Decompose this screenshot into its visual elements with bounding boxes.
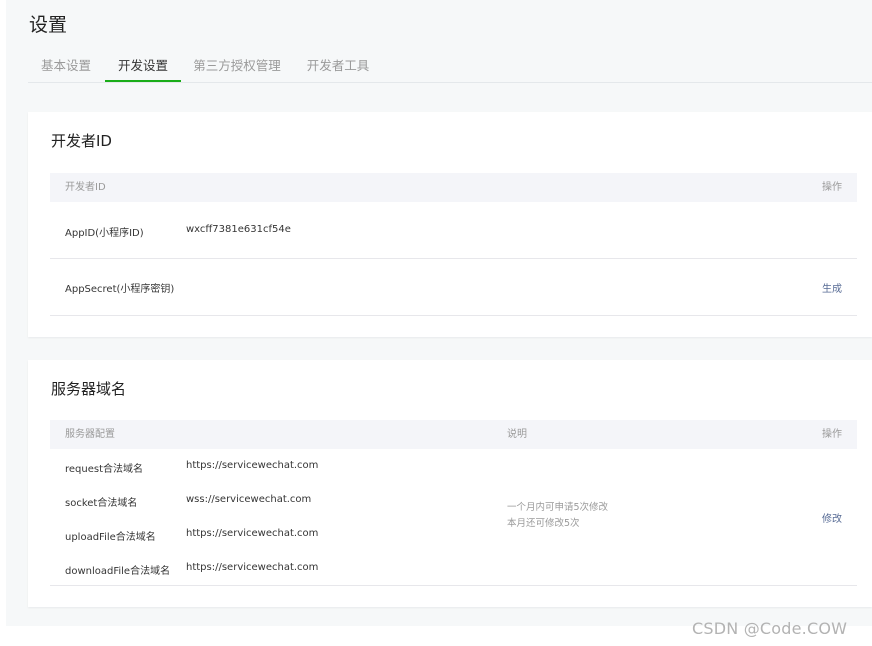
server-domain-title: 服务器域名 bbox=[51, 380, 127, 398]
download-domain-label: downloadFile合法域名 bbox=[65, 566, 171, 577]
upload-domain-value: https://servicewechat.com bbox=[186, 528, 319, 539]
server-domain-table-header: 服务器配置 说明 操作 bbox=[50, 420, 857, 449]
tab-third-party-auth[interactable]: 第三方授权管理 bbox=[188, 52, 286, 82]
tab-dev-settings[interactable]: 开发设置 bbox=[105, 52, 181, 82]
modify-domain-link[interactable]: 修改 bbox=[822, 510, 842, 525]
desc-line-1: 一个月内可申请5次修改 bbox=[507, 502, 609, 513]
header-description: 说明 bbox=[507, 429, 527, 440]
developer-id-table-header: 开发者ID 操作 bbox=[50, 173, 857, 202]
table-row-appsecret: AppSecret(小程序密钥) 生成 bbox=[50, 259, 857, 316]
request-domain-value: https://servicewechat.com bbox=[186, 460, 319, 471]
request-domain-label: request合法域名 bbox=[65, 464, 144, 475]
tab-bar: 基本设置 开发设置 第三方授权管理 开发者工具 bbox=[28, 52, 872, 83]
appid-value: wxcff7381e631cf54e bbox=[186, 224, 291, 235]
socket-domain-label: socket合法域名 bbox=[65, 498, 138, 509]
developer-id-title: 开发者ID bbox=[51, 132, 112, 150]
developer-id-card: 开发者ID 开发者ID 操作 AppID(小程序ID) wxcff7381e63… bbox=[28, 112, 872, 337]
generate-secret-link[interactable]: 生成 bbox=[822, 280, 842, 295]
tab-basic-settings[interactable]: 基本设置 bbox=[28, 52, 104, 82]
upload-domain-label: uploadFile合法域名 bbox=[65, 532, 156, 543]
header-action: 操作 bbox=[822, 429, 842, 440]
socket-domain-value: wss://servicewechat.com bbox=[186, 494, 312, 505]
header-developer-id: 开发者ID bbox=[65, 182, 106, 193]
appid-label: AppID(小程序ID) bbox=[65, 228, 144, 239]
tab-developer-tools[interactable]: 开发者工具 bbox=[296, 52, 380, 82]
header-action: 操作 bbox=[822, 182, 842, 193]
watermark: CSDN @Code.COW bbox=[692, 619, 848, 638]
download-domain-value: https://servicewechat.com bbox=[186, 562, 319, 573]
header-server-config: 服务器配置 bbox=[65, 429, 115, 440]
table-row-appid: AppID(小程序ID) wxcff7381e631cf54e bbox=[50, 202, 857, 259]
server-domain-card: 服务器域名 服务器配置 说明 操作 request合法域名 https://se… bbox=[28, 360, 872, 607]
appsecret-label: AppSecret(小程序密钥) bbox=[65, 284, 175, 295]
desc-line-2: 本月还可修改5次 bbox=[507, 518, 580, 529]
server-domain-rows: request合法域名 https://servicewechat.com so… bbox=[50, 449, 857, 586]
page-title: 设置 bbox=[29, 14, 68, 36]
